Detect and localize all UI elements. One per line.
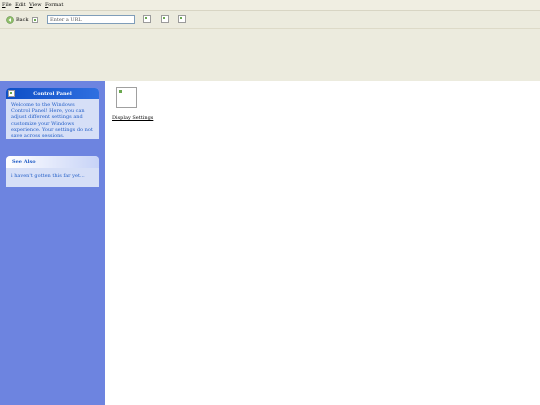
- menu-edit[interactable]: Edit: [13, 0, 27, 10]
- back-label: Back: [16, 16, 29, 23]
- menu-bar: File Edit View Format: [0, 0, 540, 11]
- browser-chrome: Back: [0, 11, 540, 81]
- toolbar: Back: [0, 11, 540, 29]
- back-arrow-icon: [6, 15, 14, 24]
- see-also-header: See Also: [6, 156, 99, 168]
- sidebar: Control Panel Welcome to the Windows Con…: [0, 81, 105, 405]
- control-panel-title: Control Panel: [33, 90, 72, 97]
- back-button[interactable]: Back: [6, 15, 38, 24]
- main-content: Display Settings: [105, 81, 540, 405]
- control-panel-box: Control Panel Welcome to the Windows Con…: [6, 88, 99, 139]
- see-also-title: See Also: [12, 159, 36, 165]
- menu-view[interactable]: View: [27, 0, 43, 10]
- display-settings-icon[interactable]: [116, 87, 137, 108]
- control-panel-description: Welcome to the Windows Control Panel! He…: [11, 102, 93, 139]
- url-input[interactable]: [47, 15, 135, 24]
- menu-file[interactable]: File: [0, 0, 13, 10]
- back-dropdown-icon[interactable]: [31, 16, 38, 23]
- see-also-text: i haven't gotten this far yet...: [11, 173, 85, 179]
- applet-label[interactable]: Display Settings: [112, 115, 153, 121]
- home-button-icon[interactable]: [178, 15, 186, 23]
- menu-format[interactable]: Format: [43, 0, 65, 10]
- see-also-box: See Also i haven't gotten this far yet..…: [6, 156, 99, 187]
- control-panel-window: File Edit View Format Back C: [0, 0, 540, 405]
- refresh-button-icon[interactable]: [161, 15, 169, 23]
- control-panel-header: Control Panel: [6, 88, 99, 99]
- control-panel-icon: [8, 90, 15, 97]
- go-button-icon[interactable]: [143, 15, 151, 23]
- applet-display-settings[interactable]: Display Settings: [112, 87, 153, 121]
